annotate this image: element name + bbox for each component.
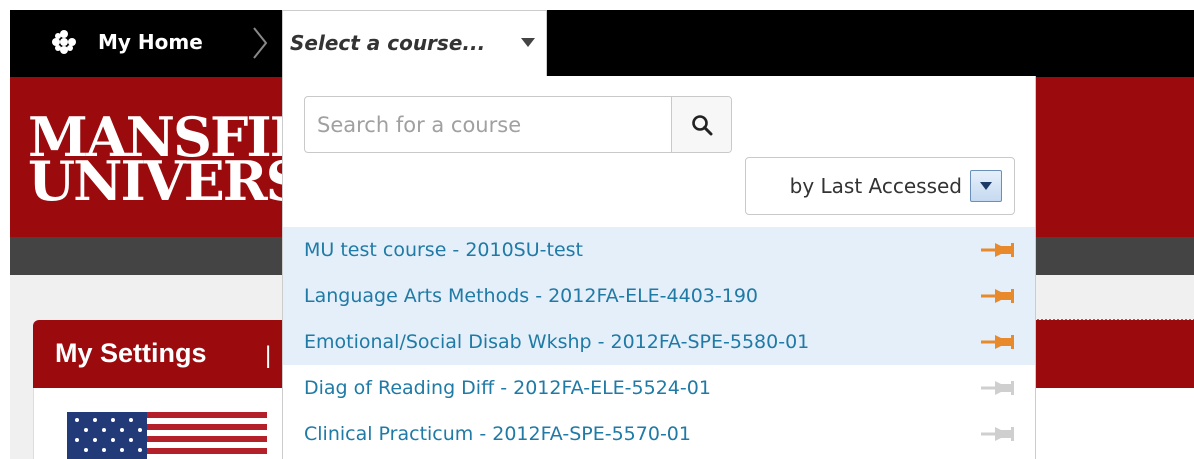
course-name-link[interactable]: Emotional/Social Disab Wkshp - 2012FA-SP… xyxy=(304,331,809,353)
search-button[interactable] xyxy=(671,97,731,152)
course-list-item[interactable]: MU test course - 2010SU-test xyxy=(283,227,1035,273)
course-dropdown: by Last Accessed MU test course - 2010SU… xyxy=(282,76,1036,459)
course-name-link[interactable]: Diag of Reading Diff - 2012FA-ELE-5524-0… xyxy=(304,377,711,399)
pushpin-icon[interactable] xyxy=(981,424,1015,444)
breadcrumb-chevron-icon xyxy=(253,27,268,59)
pushpin-icon[interactable] xyxy=(981,378,1015,398)
chevron-down-icon xyxy=(980,182,992,190)
sort-dropdown[interactable]: by Last Accessed xyxy=(745,157,1015,215)
american-flag-image xyxy=(67,412,267,459)
settings-title[interactable]: My Settings xyxy=(55,338,207,369)
flower-home-icon xyxy=(52,30,76,54)
course-name-link[interactable]: Language Arts Methods - 2012FA-ELE-4403-… xyxy=(304,285,758,307)
top-navbar: My Home xyxy=(10,10,1194,77)
course-list-item[interactable]: Language Arts Methods - 2012FA-ELE-4403-… xyxy=(283,273,1035,319)
course-search-box xyxy=(304,96,732,153)
course-selector-tab[interactable]: Select a course... xyxy=(282,10,547,77)
my-home-label: My Home xyxy=(98,30,203,54)
pushpin-active-icon[interactable] xyxy=(981,286,1015,306)
search-icon xyxy=(691,114,712,135)
pushpin-active-icon[interactable] xyxy=(981,240,1015,260)
course-list-item[interactable]: Emotional/Social Disab Wkshp - 2012FA-SP… xyxy=(283,319,1035,365)
course-search-input[interactable] xyxy=(305,97,671,152)
settings-separator: | xyxy=(265,342,272,369)
sort-arrow-button[interactable] xyxy=(970,170,1002,202)
course-list-item[interactable]: Clinical Practicum - 2012FA-SPE-5570-01 xyxy=(283,411,1035,457)
course-list-item[interactable]: Diag of Reading Diff - 2012FA-ELE-5524-0… xyxy=(283,365,1035,411)
caret-down-icon xyxy=(521,38,535,47)
course-name-link[interactable]: Clinical Practicum - 2012FA-SPE-5570-01 xyxy=(304,423,691,445)
course-name-link[interactable]: MU test course - 2010SU-test xyxy=(304,239,583,261)
sort-selected-value: by Last Accessed xyxy=(789,174,962,198)
course-selector-label: Select a course... xyxy=(290,31,486,55)
pushpin-active-icon[interactable] xyxy=(981,332,1015,352)
course-list: MU test course - 2010SU-test Language Art… xyxy=(283,227,1035,457)
my-home-link[interactable]: My Home xyxy=(50,28,203,56)
